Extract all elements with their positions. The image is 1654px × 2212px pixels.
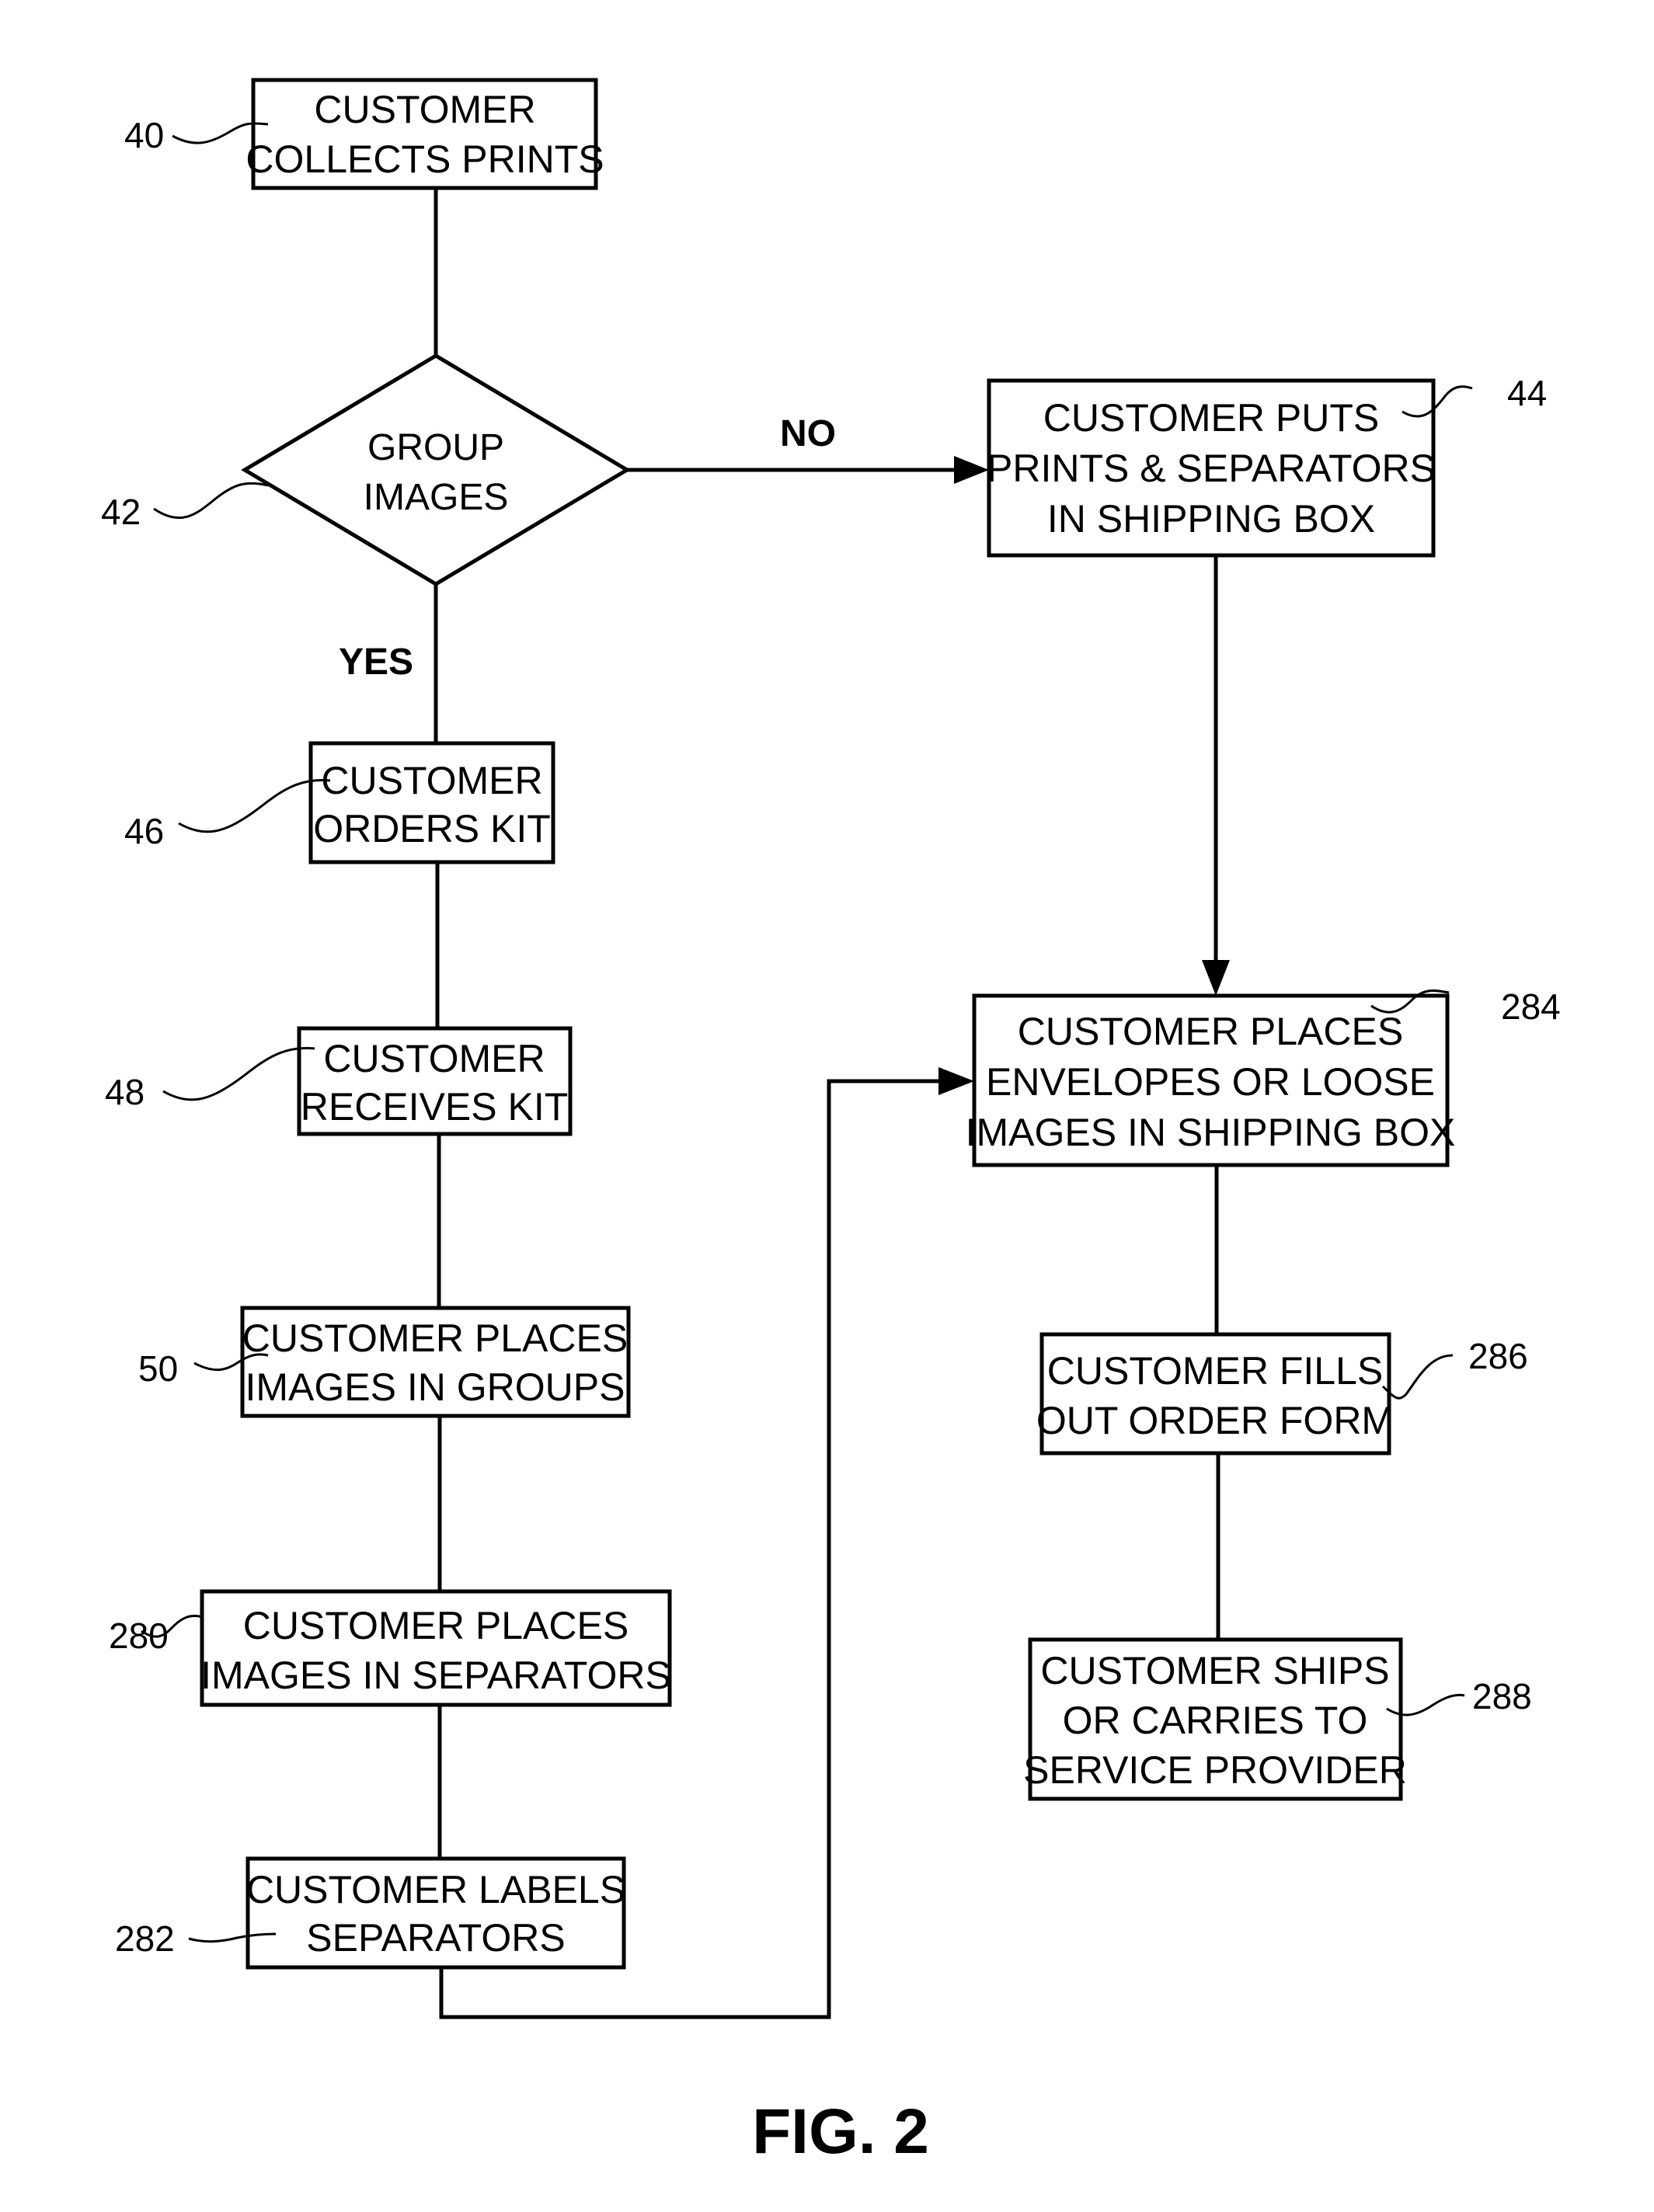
ref-label-44: 44 xyxy=(1507,373,1547,413)
box-text-line: OUT ORDER FORM xyxy=(1036,1399,1394,1442)
flowchart-canvas: NO YES CUSTOMER COLLECTS PRINTS 40 GROUP… xyxy=(101,78,1561,2167)
leader-line-286 xyxy=(1381,1354,1454,1400)
box-text-line: CUSTOMER PLACES xyxy=(242,1316,628,1360)
ref-label-50: 50 xyxy=(138,1348,178,1389)
box-text-line: CUSTOMER PLACES xyxy=(243,1604,629,1647)
leader-line-46 xyxy=(178,778,331,833)
box-text-line: ORDERS KIT xyxy=(313,807,551,850)
process-box-280: CUSTOMER PLACES IMAGES IN SEPARATORS xyxy=(200,1589,672,1707)
ref-label-280: 280 xyxy=(109,1616,169,1656)
arrowhead-44-284 xyxy=(1202,960,1230,996)
process-box-50: CUSTOMER PLACES IMAGES IN GROUPS xyxy=(240,1306,631,1418)
box-text-line: CUSTOMER SHIPS xyxy=(1040,1649,1389,1692)
branch-label-no: NO xyxy=(780,413,836,454)
box-text-line: CUSTOMER xyxy=(323,1037,545,1080)
ref-label-286: 286 xyxy=(1468,1336,1528,1376)
ref-label-48: 48 xyxy=(105,1072,145,1112)
box-text-line: IMAGES IN GROUPS xyxy=(245,1365,625,1409)
branch-label-yes: YES xyxy=(339,642,413,683)
box-text-line: SEPARATORS xyxy=(306,1916,565,1960)
process-box-46: CUSTOMER ORDERS KIT xyxy=(308,741,555,864)
process-box-282: CUSTOMER LABELS SEPARATORS xyxy=(245,1856,626,1970)
ref-label-288: 288 xyxy=(1472,1676,1532,1716)
box-text-line: CUSTOMER LABELS xyxy=(246,1868,625,1911)
box-text-line: IMAGES IN SHIPPING BOX xyxy=(966,1111,1456,1154)
box-text-line: CUSTOMER xyxy=(321,759,542,802)
leader-line-42 xyxy=(153,482,269,520)
process-box-288: CUSTOMER SHIPS OR CARRIES TO SERVICE PRO… xyxy=(1023,1637,1407,1801)
diamond-text-line: GROUP xyxy=(367,427,504,468)
process-box-44: CUSTOMER PUTS PRINTS & SEPARATORS IN SHI… xyxy=(987,378,1436,558)
box-text-line: CUSTOMER xyxy=(314,88,535,131)
box-text-line: CUSTOMER PUTS xyxy=(1043,396,1379,440)
ref-label-46: 46 xyxy=(124,811,164,851)
box-text-line: COLLECTS PRINTS xyxy=(245,137,604,181)
ref-label-284: 284 xyxy=(1501,986,1561,1027)
ref-label-42: 42 xyxy=(101,492,141,532)
box-text-line: OR CARRIES TO xyxy=(1063,1699,1368,1742)
box-text-line: IN SHIPPING BOX xyxy=(1047,497,1375,541)
figure-caption: FIG. 2 xyxy=(752,2096,929,2167)
box-text-line: CUSTOMER FILLS xyxy=(1047,1349,1384,1393)
ref-label-282: 282 xyxy=(115,1918,175,1959)
leader-line-48 xyxy=(162,1046,315,1101)
decision-diamond-42: GROUP IMAGES xyxy=(241,353,631,586)
box-text-line: RECEIVES KIT xyxy=(301,1085,569,1129)
process-box-40: CUSTOMER COLLECTS PRINTS xyxy=(245,78,604,190)
process-box-284: CUSTOMER PLACES ENVELOPES OR LOOSE IMAGE… xyxy=(966,993,1456,1167)
process-box-48: CUSTOMER RECEIVES KIT xyxy=(297,1026,573,1136)
diamond-text-line: IMAGES xyxy=(364,477,509,518)
arrowhead-42-44 xyxy=(954,456,989,484)
ref-label-40: 40 xyxy=(124,115,164,155)
diamond-outline xyxy=(241,353,631,586)
box-text-line: ENVELOPES OR LOOSE xyxy=(986,1060,1435,1104)
box-text-line: CUSTOMER PLACES xyxy=(1018,1010,1403,1053)
box-text-line: PRINTS & SEPARATORS xyxy=(987,447,1436,490)
box-text-line: SERVICE PROVIDER xyxy=(1023,1748,1407,1792)
arrowhead-282-284 xyxy=(938,1067,974,1095)
process-box-286: CUSTOMER FILLS OUT ORDER FORM xyxy=(1036,1332,1394,1456)
box-text-line: IMAGES IN SEPARATORS xyxy=(200,1654,671,1697)
